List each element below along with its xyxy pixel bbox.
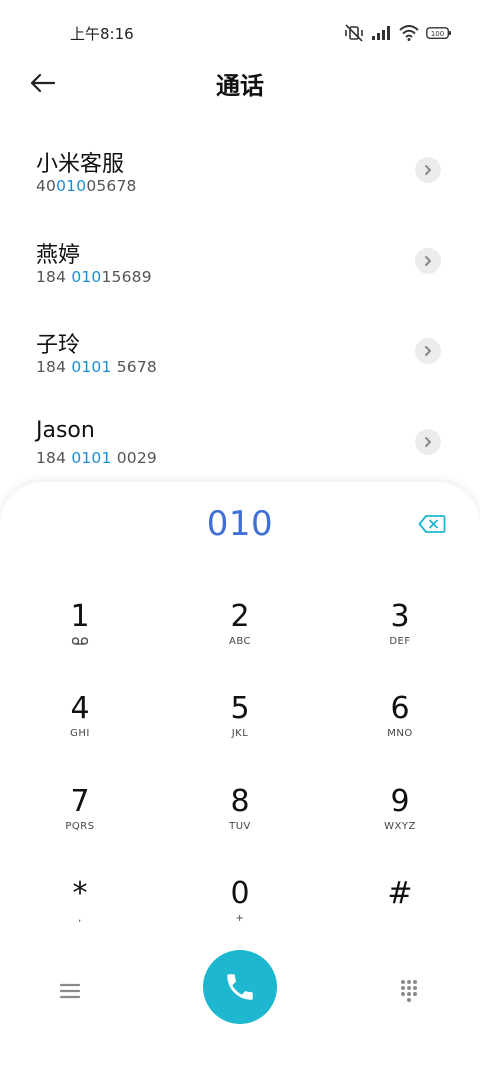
key-star[interactable]: * , [20, 877, 140, 957]
search-results-list: 小米客服 4001005678 燕婷 184 01015689 子玲 184 0… [0, 124, 480, 487]
dialer-screen: 上午8:16 100 通话 小米客服 4001005678 燕婷 184 010… [0, 0, 480, 1066]
keypad-toggle-button[interactable] [400, 979, 418, 1003]
key-hash[interactable]: # [340, 877, 460, 957]
key-4[interactable]: 4 GHI [20, 692, 140, 772]
backspace-icon [418, 515, 446, 533]
key-letters: GHI [70, 728, 90, 739]
key-letters: , [78, 913, 82, 924]
key-letters [340, 913, 460, 925]
key-digit: # [387, 876, 413, 911]
number-prefix: 184 [36, 449, 72, 468]
key-2[interactable]: 2 ABC [180, 600, 300, 680]
key-digit: 2 [230, 599, 250, 634]
vibrate-off-icon [345, 24, 363, 42]
number-suffix: 05678 [86, 177, 137, 195]
bottom-action-bar [0, 950, 480, 1030]
key-letters: PQRS [65, 821, 95, 832]
result-item-jason[interactable]: Jason 184 0101 0029 [0, 396, 480, 487]
result-item-yanting[interactable]: 燕婷 184 01015689 [0, 215, 480, 306]
key-letters: WXYZ [384, 821, 416, 832]
signal-icon [372, 26, 390, 40]
dialed-number[interactable]: 010 [0, 504, 480, 544]
call-button[interactable] [203, 950, 277, 1024]
chevron-right-icon [425, 255, 431, 266]
number-match: 010 [56, 177, 87, 195]
contact-detail-button[interactable] [415, 338, 441, 365]
key-digit: * [72, 876, 88, 911]
key-letters: DEF [389, 636, 411, 647]
key-0[interactable]: 0 + [180, 877, 300, 957]
contact-number: 184 0101 5678 [36, 358, 157, 376]
key-letters: + [235, 913, 245, 924]
status-bar: 上午8:16 100 [0, 0, 480, 66]
menu-button[interactable] [58, 980, 82, 1002]
contact-detail-button[interactable] [415, 247, 441, 274]
key-letters: TUV [229, 821, 251, 832]
key-1[interactable]: 1 [20, 600, 140, 680]
contact-name: 燕婷 [36, 242, 81, 268]
key-digit: 9 [390, 784, 410, 819]
battery-icon: 100 [426, 27, 451, 39]
wifi-icon [399, 25, 419, 41]
number-match: 0101 [71, 449, 112, 468]
backspace-button[interactable] [418, 514, 446, 534]
key-6[interactable]: 6 MNO [340, 692, 460, 772]
key-letters: JKL [231, 728, 249, 739]
contact-number: 184 01015689 [36, 268, 152, 286]
key-9[interactable]: 9 WXYZ [340, 785, 460, 865]
phone-icon [227, 974, 253, 1000]
contact-number: 184 0101 0029 [36, 449, 157, 467]
key-digit: 5 [230, 691, 250, 726]
number-prefix: 184 [36, 358, 72, 377]
chevron-right-icon [425, 437, 431, 448]
key-letters: MNO [387, 728, 413, 739]
key-letters: ABC [228, 636, 251, 647]
dialpad-panel: 010 1 2 ABC 3 DEF 4 GHI 5 JKL 6 MNO 7 PQ… [0, 482, 480, 1066]
contact-detail-button[interactable] [415, 157, 441, 183]
number-match: 010 [71, 267, 102, 286]
dialpad-grid-icon [401, 980, 417, 1002]
contact-name: 小米客服 [36, 152, 125, 177]
battery-level: 100 [431, 30, 444, 38]
number-prefix: 40 [36, 177, 57, 195]
key-digit: 7 [70, 784, 90, 819]
key-3[interactable]: 3 DEF [340, 600, 460, 680]
result-item-ziling[interactable]: 子玲 184 0101 5678 [0, 305, 480, 396]
key-digit: 1 [70, 599, 90, 634]
key-digit: 8 [230, 784, 250, 819]
key-digit: 6 [390, 691, 410, 726]
key-8[interactable]: 8 TUV [180, 785, 300, 865]
key-5[interactable]: 5 JKL [180, 692, 300, 772]
page-title: 通话 [216, 72, 264, 100]
contact-detail-button[interactable] [415, 429, 441, 456]
key-digit: 3 [390, 599, 410, 634]
key-digit: 4 [70, 691, 90, 726]
number-match: 0101 [71, 358, 112, 377]
voicemail-icon [20, 636, 140, 648]
menu-icon [59, 983, 81, 999]
key-7[interactable]: 7 PQRS [20, 785, 140, 865]
number-suffix: 0029 [111, 449, 157, 468]
number-prefix: 184 [36, 267, 72, 286]
number-suffix: 15689 [101, 267, 152, 286]
contact-number: 4001005678 [36, 177, 137, 195]
header: 通话 [0, 60, 480, 106]
contact-name: 子玲 [36, 333, 81, 359]
status-icons: 100 [343, 24, 452, 42]
result-item-xiaomi-service[interactable]: 小米客服 4001005678 [0, 124, 480, 215]
chevron-right-icon [425, 165, 431, 175]
key-digit: 0 [230, 876, 250, 911]
status-time: 上午8:16 [70, 25, 134, 43]
chevron-right-icon [425, 346, 431, 357]
number-suffix: 5678 [111, 358, 157, 377]
contact-name: Jason [36, 418, 95, 444]
